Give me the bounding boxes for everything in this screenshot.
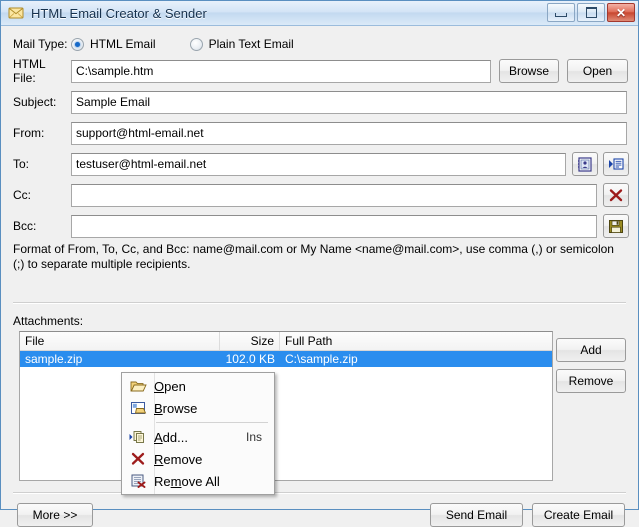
red-x-icon — [609, 188, 623, 201]
red-x-icon — [122, 452, 154, 466]
more-button[interactable]: More >> — [17, 503, 93, 527]
create-email-button[interactable]: Create Email — [532, 503, 625, 527]
html-file-row: HTML File: C:\sample.htm Browse Open — [1, 57, 638, 85]
context-menu-item-browse[interactable]: Browse — [122, 397, 274, 419]
context-menu-item-remove-label: Remove — [154, 451, 203, 467]
context-menu-separator — [156, 422, 268, 423]
cell-full-path: C:\sample.zip — [285, 352, 358, 366]
cc-row: Cc: — [1, 183, 638, 207]
radio-plain-text-email-label: Plain Text Email — [208, 37, 294, 51]
floppy-save-icon — [609, 219, 623, 233]
radio-html-email[interactable]: HTML Email — [71, 37, 156, 51]
context-menu-item-open[interactable]: Open — [122, 375, 274, 397]
attachment-context-menu[interactable]: Open Browse Add... Ins Remove Remove All — [121, 372, 275, 495]
radio-plain-text-email[interactable]: Plain Text Email — [189, 37, 294, 51]
context-menu-item-open-label: Open — [154, 378, 186, 394]
save-button[interactable] — [603, 214, 629, 238]
from-label: From: — [13, 126, 45, 140]
attachments-label: Attachments: — [13, 314, 84, 328]
column-header-full-path[interactable]: Full Path — [280, 332, 552, 350]
maximize-icon — [585, 7, 597, 18]
to-row: To: testuser@html-email.net — [1, 152, 638, 176]
add-attachment-button[interactable]: Add — [556, 338, 626, 362]
column-header-file[interactable]: File — [20, 332, 220, 350]
add-copy-icon — [122, 430, 154, 444]
remove-attachment-button[interactable]: Remove — [556, 369, 626, 393]
bcc-row: Bcc: — [1, 214, 638, 238]
attachments-list-header: File Size Full Path — [20, 332, 552, 351]
client-area: Mail Type: HTML Email Plain Text Email H… — [1, 26, 638, 527]
subject-input[interactable]: Sample Email — [71, 90, 627, 114]
browse-button[interactable]: Browse — [499, 59, 559, 83]
maximize-button[interactable] — [577, 3, 605, 22]
open-button[interactable]: Open — [567, 59, 628, 83]
context-menu-item-browse-label: Browse — [154, 400, 198, 416]
window-title: HTML Email Creator & Sender — [31, 5, 207, 21]
context-menu-item-remove-all-label: Remove All — [154, 473, 220, 489]
window-controls: ✕ — [547, 3, 635, 22]
from-input[interactable]: support@html-email.net — [71, 121, 627, 145]
recipient-format-hint: Format of From, To, Cc, and Bcc: name@ma… — [13, 242, 614, 271]
mail-type-row: Mail Type: HTML Email Plain Text Email — [1, 34, 638, 54]
context-menu-item-remove-all[interactable]: Remove All — [122, 470, 274, 492]
browse-folder-icon — [122, 401, 154, 415]
insert-list-icon — [609, 158, 624, 170]
send-email-button[interactable]: Send Email — [430, 503, 523, 527]
attachments-list[interactable]: File Size Full Path sample.zip 102.0 KB … — [19, 331, 553, 481]
close-icon: ✕ — [615, 5, 627, 20]
insert-list-button[interactable] — [603, 152, 629, 176]
cell-file: sample.zip — [25, 352, 83, 366]
cc-label: Cc: — [13, 188, 31, 202]
close-button[interactable]: ✕ — [607, 3, 635, 22]
address-book-button[interactable] — [572, 152, 598, 176]
context-menu-item-add[interactable]: Add... Ins — [122, 426, 274, 448]
to-input[interactable]: testuser@html-email.net — [71, 152, 566, 176]
open-folder-icon — [122, 379, 154, 393]
context-menu-item-remove[interactable]: Remove — [122, 448, 274, 470]
clear-cc-button[interactable] — [603, 183, 629, 207]
html-file-label: HTML File: — [13, 57, 46, 85]
footer-divider — [13, 492, 626, 494]
address-book-icon — [578, 156, 592, 172]
cc-input[interactable] — [71, 183, 597, 207]
subject-row: Subject: Sample Email — [1, 90, 638, 114]
app-window: HTML Email Creator & Sender ✕ Mail Type:… — [0, 0, 639, 527]
radio-plain-text-email-indicator — [189, 37, 203, 51]
radio-html-email-label: HTML Email — [90, 37, 156, 51]
section-divider — [13, 302, 626, 304]
mail-envelope-icon — [7, 5, 25, 21]
column-header-size[interactable]: Size — [220, 332, 280, 350]
minimize-button[interactable] — [547, 3, 575, 22]
subject-label: Subject: — [13, 95, 57, 109]
html-file-input[interactable]: C:\sample.htm — [71, 59, 491, 83]
cell-size: 102.0 KB — [225, 352, 275, 366]
context-menu-item-add-accel: Ins — [245, 430, 262, 444]
from-row: From: support@html-email.net — [1, 121, 638, 145]
table-row[interactable]: sample.zip 102.0 KB C:\sample.zip — [20, 351, 552, 367]
mail-type-label: Mail Type: — [13, 37, 68, 51]
bcc-input[interactable] — [71, 214, 597, 238]
radio-html-email-indicator — [71, 37, 84, 51]
bcc-label: Bcc: — [13, 219, 37, 233]
title-bar: HTML Email Creator & Sender ✕ — [1, 1, 638, 26]
context-menu-item-add-label: Add... — [154, 429, 188, 445]
to-label: To: — [13, 157, 30, 171]
minimize-icon — [555, 13, 567, 17]
remove-all-icon — [122, 474, 154, 488]
